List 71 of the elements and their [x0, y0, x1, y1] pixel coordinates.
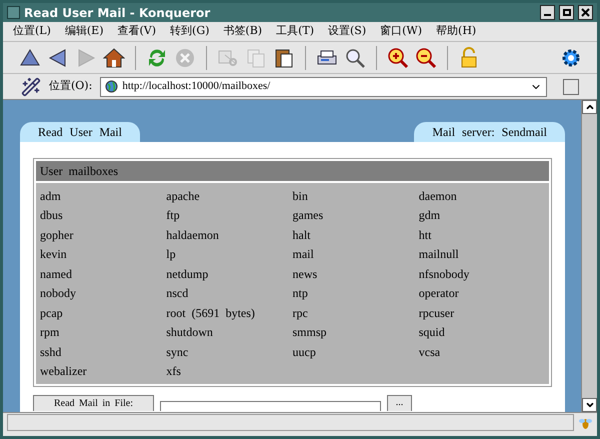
globe-icon	[105, 80, 118, 93]
mailbox-link[interactable]: rpc	[292, 304, 419, 322]
close-button[interactable]	[578, 5, 593, 20]
mailbox-link[interactable]: ntp	[292, 284, 419, 302]
url-field[interactable]: http://localhost:10000/mailboxes/	[100, 76, 547, 96]
menu-item[interactable]: 转到(G)	[170, 23, 210, 40]
mailbox-link[interactable]: webalizer	[40, 362, 166, 380]
mailbox-link[interactable]: squid	[418, 323, 545, 342]
mailbox-link[interactable]: games	[292, 206, 419, 224]
mailbox-link[interactable]: xfs	[166, 362, 292, 380]
menu-item[interactable]: 位置(L)	[13, 23, 51, 40]
mailbox-link[interactable]: rpm	[40, 323, 166, 342]
mailbox-link[interactable]: sshd	[40, 342, 166, 361]
minimize-button[interactable]	[540, 5, 555, 20]
mailbox-link[interactable]: mailnull	[418, 245, 545, 264]
mailbox-link[interactable]: kevin	[40, 245, 166, 264]
mailbox-link[interactable]: named	[40, 264, 166, 283]
mailbox-link[interactable]: lp	[166, 245, 292, 264]
read-mail-in-file-button[interactable]: Read Mail in File:	[33, 395, 154, 411]
menu-item[interactable]: 工具(T)	[276, 23, 314, 40]
file-path-field[interactable]	[160, 401, 381, 411]
mailbox-link[interactable]: gdm	[418, 206, 545, 224]
mailbox-link[interactable]: uucp	[292, 342, 419, 361]
maximize-button[interactable]	[559, 5, 574, 20]
mailbox-link[interactable]: gopher	[40, 226, 166, 244]
scrollbar[interactable]	[581, 100, 597, 412]
mailbox-link[interactable]: sync	[166, 342, 292, 361]
mailbox-link[interactable]: netdump	[166, 264, 292, 283]
mailbox-link[interactable]: daemon	[418, 186, 545, 205]
zoom-out-icon[interactable]	[415, 46, 437, 68]
mailbox-link[interactable]: news	[292, 264, 419, 283]
mailbox-link[interactable]: rpcuser	[418, 304, 545, 322]
mailbox-link[interactable]: nfsnobody	[418, 264, 545, 283]
mailbox-link[interactable]: smmsp	[292, 323, 419, 342]
zoom-in-icon[interactable]	[387, 46, 409, 68]
menu-item[interactable]: 帮助(H)	[436, 23, 476, 40]
mailbox-link[interactable]: adm	[40, 186, 166, 205]
mailbox-link[interactable]: operator	[418, 284, 545, 302]
clear-location-button[interactable]	[563, 78, 579, 94]
mailbox-link[interactable]: dbus	[40, 206, 166, 224]
scroll-up-icon[interactable]	[584, 102, 594, 112]
mailbox-link[interactable]: nscd	[166, 284, 292, 302]
menu-item[interactable]: 书签(B)	[223, 23, 262, 40]
menu-item[interactable]: 编辑(E)	[64, 23, 104, 40]
mailbox-link[interactable]: nobody	[40, 284, 166, 302]
browse-button[interactable]: ...	[387, 395, 412, 411]
reload-icon[interactable]	[146, 46, 168, 68]
mailbox-link[interactable]: vcsa	[418, 342, 545, 361]
mailbox-link[interactable]: halt	[292, 226, 419, 244]
mailbox-link[interactable]: root (5691 bytes)	[166, 304, 292, 322]
window-menu-icon[interactable]	[7, 6, 20, 19]
up-arrow-icon[interactable]	[19, 46, 41, 68]
window-title: Read User Mail - Konqueror	[24, 4, 210, 22]
clipboard-icon[interactable]	[273, 46, 295, 68]
scroll-down-icon[interactable]	[584, 400, 594, 410]
menu-item[interactable]: 设置(S)	[328, 23, 366, 40]
mailbox-link[interactable]: haldaemon	[166, 226, 292, 244]
mailbox-link[interactable]: apache	[166, 186, 292, 205]
mailbox-link[interactable]: htt	[418, 226, 545, 244]
mailbox-link[interactable]: pcap	[40, 304, 166, 322]
menu-item[interactable]: 窗口(W)	[380, 23, 422, 40]
gear-icon[interactable]	[561, 48, 581, 68]
menu-item[interactable]: 查看(V)	[118, 23, 156, 40]
mailbox-link[interactable]: shutdown	[166, 323, 292, 342]
home-icon[interactable]	[103, 46, 125, 68]
mailbox-link[interactable]: mail	[292, 245, 419, 264]
mailbox-link[interactable]: bin	[292, 186, 419, 205]
mailbox-link[interactable]: ftp	[166, 206, 292, 224]
location-label: 位置(O):	[49, 78, 92, 94]
table-header: User mailboxes	[36, 161, 549, 181]
search-icon[interactable]	[344, 46, 366, 68]
